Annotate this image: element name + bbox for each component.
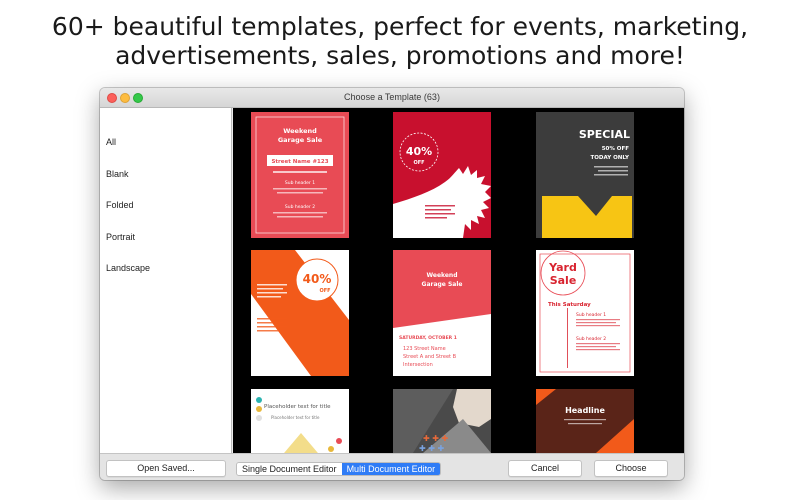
template-1-street: Street Name #123 — [271, 159, 328, 165]
window-title: Choose a Template (63) — [344, 92, 440, 102]
template-8-plus-icon: ✚ ✚ ✚ — [423, 434, 448, 443]
template-5-title-line1: Weekend — [426, 272, 457, 279]
sidebar-item-portrait[interactable]: Portrait — [106, 232, 135, 242]
template-4-big: 40% — [303, 272, 332, 286]
template-gallery: Weekend Garage Sale Street Name #123 Sub… — [233, 108, 684, 453]
template-1-sub2: Sub header 2 — [285, 204, 315, 210]
template-1-sub1: Sub header 1 — [285, 180, 315, 186]
template-6-title-line1: Yard — [548, 261, 577, 274]
template-5-title-line2: Garage Sale — [422, 281, 463, 288]
cancel-button[interactable]: Cancel — [508, 460, 582, 477]
template-card-weekend-garage-sale-saturday[interactable]: Weekend Garage Sale SATURDAY, OCTOBER 1 … — [393, 250, 491, 376]
template-6-sub1: Sub header 1 — [576, 312, 606, 318]
title-bar: Choose a Template (63) — [100, 88, 684, 108]
open-saved-button[interactable]: Open Saved... — [106, 460, 226, 477]
template-3-title: SPECIAL — [579, 128, 630, 141]
promo-headline: 60+ beautiful templates, perfect for eve… — [0, 12, 800, 70]
template-5-date: SATURDAY, OCTOBER 1 — [399, 335, 457, 341]
bottom-toolbar: Open Saved... Single Document Editor Mul… — [100, 453, 684, 480]
editor-mode-selector: Single Document Editor Multi Document Ed… — [236, 462, 442, 476]
template-3-line2: TODAY ONLY — [590, 155, 630, 161]
template-6-title-line2: Sale — [550, 274, 577, 287]
template-card-40-off-orange[interactable]: 40% OFF — [251, 250, 349, 376]
template-7-title: Placeholder text for title — [264, 404, 331, 410]
template-9-title: Headline — [565, 406, 605, 415]
sidebar-item-all[interactable]: All — [106, 137, 116, 147]
choose-button[interactable]: Choose — [594, 460, 668, 477]
template-7-subtitle: Placeholder text for title — [271, 415, 320, 420]
category-sidebar: All Blank Folded Portrait Landscape — [100, 108, 232, 453]
template-5-addr3: Intersection — [403, 362, 433, 368]
sidebar-item-landscape[interactable]: Landscape — [106, 263, 150, 273]
template-chooser-window: Choose a Template (63) All Blank Folded … — [100, 88, 684, 480]
template-5-addr2: Street A and Street B — [403, 354, 457, 360]
sidebar-item-blank[interactable]: Blank — [106, 169, 129, 179]
template-card-placeholder-circles[interactable]: Placeholder text for title Placeholder t… — [251, 389, 349, 453]
template-6-sub2: Sub header 2 — [576, 336, 606, 342]
headline-line-1: 60+ beautiful templates, perfect for eve… — [51, 12, 749, 41]
template-8-plus-icon-row2: ✚ ✚ ✚ — [419, 444, 444, 453]
template-6-day: This Saturday — [548, 302, 591, 308]
template-3-line1: 50% OFF — [602, 146, 630, 152]
template-card-yard-sale[interactable]: Yard Sale This Saturday Sub header 1 Sub… — [536, 250, 634, 376]
multi-document-editor-button[interactable]: Multi Document Editor — [341, 463, 441, 475]
template-card-40-off-burst[interactable]: 40% OFF — [393, 112, 491, 238]
sidebar-item-folded[interactable]: Folded — [106, 200, 134, 210]
single-document-editor-button[interactable]: Single Document Editor — [237, 463, 342, 475]
template-1-title-line2: Garage Sale — [278, 136, 323, 144]
headline-line-2: advertisements, sales, promotions and mo… — [115, 41, 685, 70]
template-card-headline[interactable]: Headline — [536, 389, 634, 453]
template-card-grey-geometric[interactable]: ✚ ✚ ✚ ✚ ✚ ✚ — [393, 389, 491, 453]
template-card-weekend-garage-sale[interactable]: Weekend Garage Sale Street Name #123 Sub… — [251, 112, 349, 238]
template-5-addr1: 123 Street Name — [403, 346, 446, 352]
template-1-title-line1: Weekend — [283, 127, 317, 135]
template-2-big: 40% — [406, 145, 432, 158]
template-2-small: OFF — [413, 160, 424, 166]
template-4-small: OFF — [319, 288, 330, 294]
template-card-special[interactable]: SPECIAL 50% OFF TODAY ONLY — [536, 112, 634, 238]
